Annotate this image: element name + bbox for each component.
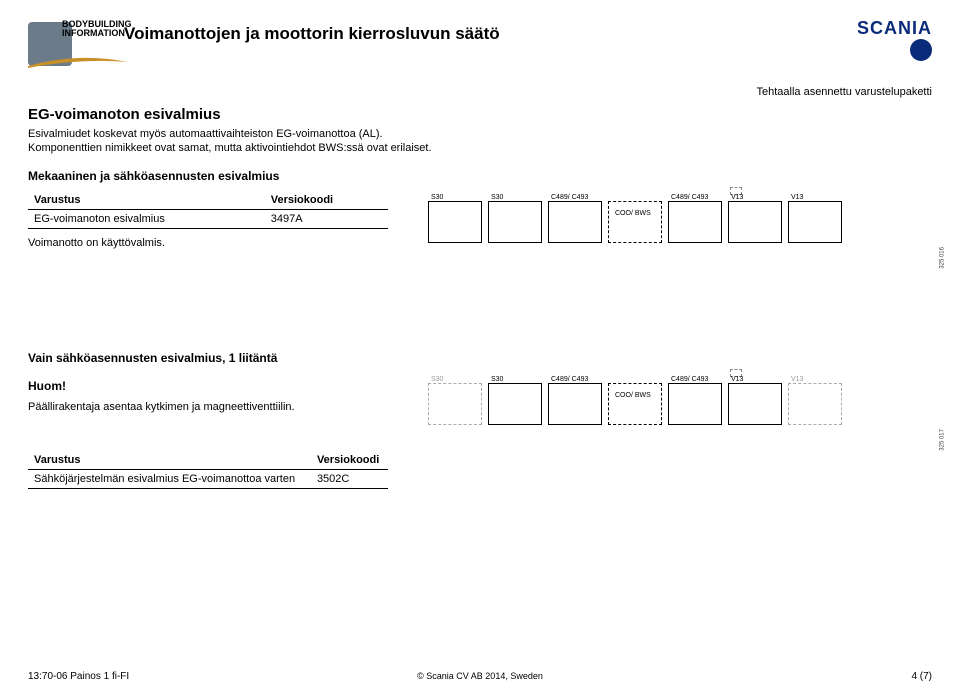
td-code: 3502C: [311, 470, 388, 489]
section1-heading: EG-voimanoton esivalmius: [28, 106, 932, 123]
th-equip: Varustus: [28, 451, 311, 470]
table-row: EG-voimanoton esivalmius 3497A: [28, 210, 388, 229]
section2-diagram: S30 S30 C489/ C493 COO/ BWS C489/ C493 V…: [428, 373, 932, 433]
table-row: Varustus Versiokoodi: [28, 191, 388, 210]
page: BODYBUILDING INFORMATION Voimanottojen j…: [0, 0, 960, 690]
dbox-label: S30: [491, 194, 503, 201]
header-row: BODYBUILDING INFORMATION Voimanottojen j…: [28, 18, 932, 70]
dbox-label: C489/ C493: [551, 194, 588, 201]
dbox-label: C489/ C493: [551, 376, 588, 383]
table-row: Varustus Versiokoodi: [28, 451, 388, 470]
dbox-label: V13: [731, 376, 743, 383]
section2-paragraph: Päällirakentaja asentaa kytkimen ja magn…: [28, 401, 388, 413]
title-block: Voimanottojen ja moottorin kierrosluvun …: [124, 18, 820, 44]
figure-number: 325 017: [940, 429, 946, 451]
dbox-label: C489/ C493: [671, 194, 708, 201]
th-code: Versiokoodi: [265, 191, 388, 210]
section1-paragraph: Esivalmiudet koskevat myös automaattivai…: [28, 127, 448, 155]
section1-diagram: S30 S30 C489/ C493 COO/ BWS C489/ C493 V…: [428, 191, 932, 251]
attention-label: Huom!: [28, 379, 388, 393]
td-code: 3497A: [265, 210, 388, 229]
section1-subheading: Mekaaninen ja sähköasennusten esivalmius: [28, 169, 932, 183]
swoosh-icon: [28, 56, 128, 70]
section2-heading: Vain sähköasennusten esivalmius, 1 liitä…: [28, 351, 932, 365]
dbox-label: V13: [791, 194, 803, 201]
badge-text: BODYBUILDING INFORMATION: [62, 20, 132, 38]
package-note: Tehtaalla asennettu varustelupaketti: [28, 86, 932, 98]
dbox-label: COO/ BWS: [615, 210, 651, 217]
document-title: Voimanottojen ja moottorin kierrosluvun …: [124, 24, 820, 44]
section2-left: Huom! Päällirakentaja asentaa kytkimen j…: [28, 373, 388, 413]
section2: Vain sähköasennusten esivalmius, 1 liitä…: [28, 351, 932, 489]
dbox-label: V13: [731, 194, 743, 201]
dbox-label: S30: [431, 194, 443, 201]
section1-note: Voimanotto on käyttövalmis.: [28, 237, 388, 249]
dbox-label: S30: [431, 376, 443, 383]
section2-table: Varustus Versiokoodi Sähköjärjestelmän e…: [28, 451, 388, 489]
dbox-label: S30: [491, 376, 503, 383]
td-equip: Sähköjärjestelmän esivalmius EG-voimanot…: [28, 470, 311, 489]
brand-word: SCANIA: [857, 18, 932, 38]
th-equip: Varustus: [28, 191, 265, 210]
th-code: Versiokoodi: [311, 451, 388, 470]
section2-row: Huom! Päällirakentaja asentaa kytkimen j…: [28, 373, 932, 433]
section1-table: Varustus Versiokoodi EG-voimanoton esiva…: [28, 191, 388, 229]
dbox-label: C489/ C493: [671, 376, 708, 383]
griffin-icon: [910, 39, 932, 61]
figure-number: 325 016: [940, 247, 946, 269]
td-equip: EG-voimanoton esivalmius: [28, 210, 265, 229]
footer: 13:70-06 Painos 1 fi-FI © Scania CV AB 2…: [28, 671, 932, 682]
bodybuilder-logo: BODYBUILDING INFORMATION: [28, 18, 112, 70]
dbox-label: V13: [791, 376, 803, 383]
dbox-label: COO/ BWS: [615, 392, 651, 399]
footer-center: © Scania CV AB 2014, Sweden: [28, 671, 932, 681]
badge-line2: INFORMATION: [62, 29, 132, 38]
section1-left: Varustus Versiokoodi EG-voimanoton esiva…: [28, 191, 388, 249]
table-row: Sähköjärjestelmän esivalmius EG-voimanot…: [28, 470, 388, 489]
section1-row: Varustus Versiokoodi EG-voimanoton esiva…: [28, 191, 932, 251]
scania-logo: SCANIA: [832, 18, 932, 61]
